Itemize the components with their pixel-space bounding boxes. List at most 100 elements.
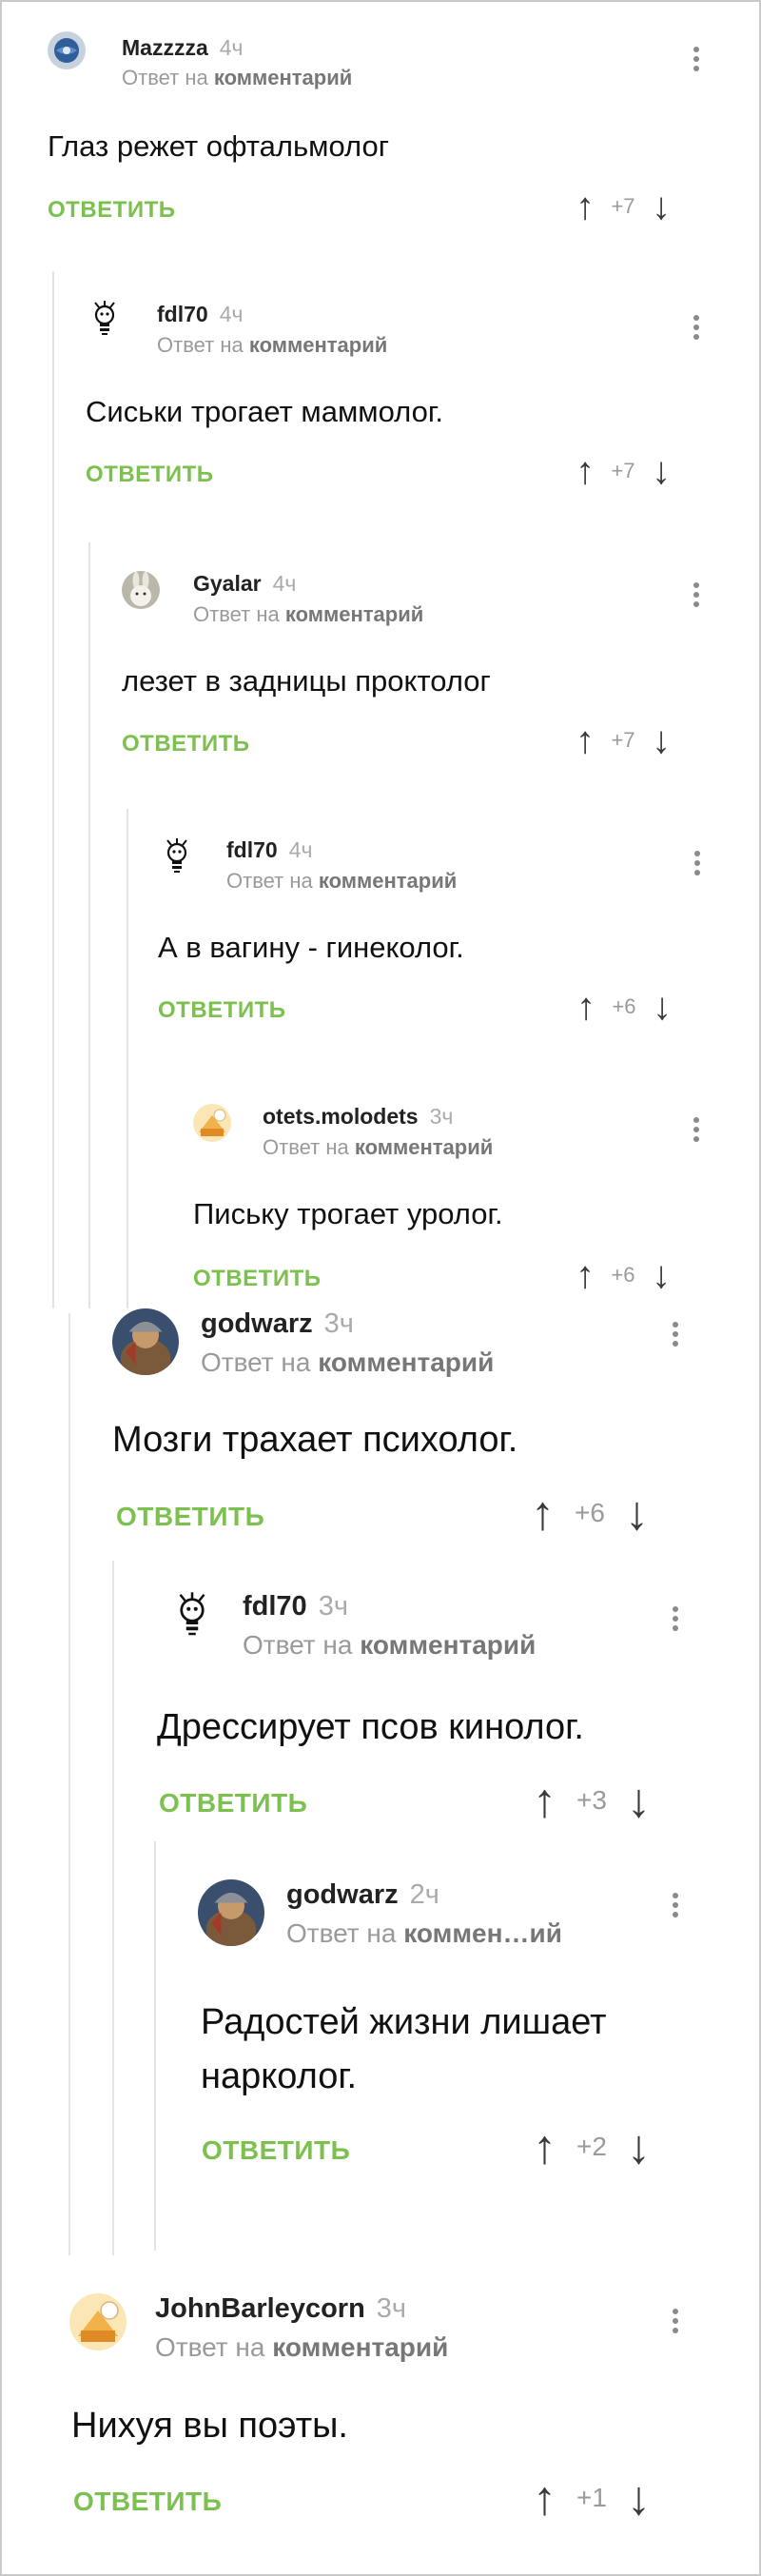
comment-time: 4ч bbox=[219, 302, 244, 326]
user-avatar[interactable] bbox=[168, 1591, 216, 1639]
author-line: fdl70 4ч bbox=[157, 302, 243, 327]
downvote-arrow-icon[interactable]: ↓ bbox=[652, 1256, 671, 1294]
downvote-arrow-icon[interactable]: ↓ bbox=[653, 988, 672, 1026]
user-avatar[interactable] bbox=[198, 1879, 264, 1946]
reply-button[interactable]: ОТВЕТИТЬ bbox=[116, 1502, 264, 1532]
downvote-arrow-icon[interactable]: ↓ bbox=[652, 187, 671, 226]
upvote-arrow-icon[interactable]: ↑ bbox=[576, 187, 595, 226]
downvote-arrow-icon[interactable]: ↓ bbox=[627, 2123, 651, 2171]
more-menu-icon[interactable] bbox=[690, 313, 703, 342]
upvote-arrow-icon[interactable]: ↑ bbox=[533, 2123, 556, 2171]
comment-text: Радостей жизни лишает нарколог. bbox=[201, 1996, 607, 2104]
thread-line bbox=[112, 1561, 114, 2255]
reply-target-link[interactable]: коммен…ий bbox=[403, 1918, 562, 1948]
comment-time: 2ч bbox=[409, 1879, 439, 1910]
more-menu-icon[interactable] bbox=[690, 580, 703, 609]
user-avatar[interactable] bbox=[122, 571, 160, 609]
more-menu-icon[interactable] bbox=[690, 45, 703, 73]
comment-time: 3ч bbox=[318, 1591, 348, 1622]
reply-button[interactable]: ОТВЕТИТЬ bbox=[86, 462, 214, 488]
downvote-arrow-icon[interactable]: ↓ bbox=[627, 1777, 651, 1824]
comment-time: 3ч bbox=[429, 1104, 454, 1129]
reply-target-link[interactable]: комментарий bbox=[214, 66, 352, 89]
more-menu-icon[interactable] bbox=[669, 1604, 682, 1633]
rating-value: +1 bbox=[576, 2483, 607, 2512]
reply-target-link[interactable]: комментарий bbox=[272, 2332, 448, 2362]
upvote-arrow-icon[interactable]: ↑ bbox=[533, 2474, 556, 2522]
comment-text-line: нарколог. bbox=[201, 2056, 358, 2096]
reply-to-line: Ответ на комментарий bbox=[263, 1135, 494, 1159]
comment-text: Глаз режет офтальмолог bbox=[48, 129, 389, 163]
reply-button[interactable]: ОТВЕТИТЬ bbox=[48, 197, 176, 224]
user-avatar[interactable] bbox=[158, 837, 196, 875]
author-name[interactable]: fdl70 bbox=[243, 1591, 307, 1622]
user-avatar[interactable] bbox=[69, 2293, 127, 2350]
reply-button[interactable]: ОТВЕТИТЬ bbox=[193, 1266, 322, 1292]
author-line: Gyalar 4ч bbox=[193, 571, 296, 597]
downvote-arrow-icon[interactable]: ↓ bbox=[652, 452, 671, 490]
upvote-arrow-icon[interactable]: ↑ bbox=[576, 1256, 595, 1294]
vote-control: ↑ +6 ↓ bbox=[576, 1256, 671, 1294]
downvote-arrow-icon[interactable]: ↓ bbox=[627, 2474, 651, 2522]
author-line: godwarz 2ч bbox=[286, 1879, 439, 1911]
upvote-arrow-icon[interactable]: ↑ bbox=[576, 721, 595, 759]
user-avatar[interactable] bbox=[112, 1308, 179, 1375]
downvote-arrow-icon[interactable]: ↓ bbox=[625, 1489, 649, 1537]
thread-line bbox=[127, 809, 128, 1308]
reply-to-line: Ответ на коммен…ий bbox=[286, 1918, 562, 1948]
user-avatar[interactable] bbox=[193, 1104, 231, 1142]
reply-to-line: Ответ на комментарий bbox=[243, 1630, 537, 1660]
thread-line bbox=[154, 1841, 156, 2251]
author-name[interactable]: godwarz bbox=[201, 1308, 313, 1339]
rating-value: +6 bbox=[611, 1263, 635, 1287]
reply-button[interactable]: ОТВЕТИТЬ bbox=[122, 731, 250, 757]
author-name[interactable]: godwarz bbox=[286, 1879, 399, 1910]
more-menu-icon[interactable] bbox=[669, 1891, 682, 1919]
author-line: fdl70 4ч bbox=[226, 837, 312, 863]
rating-value: +7 bbox=[611, 194, 635, 218]
upvote-arrow-icon[interactable]: ↑ bbox=[576, 988, 595, 1026]
author-name[interactable]: fdl70 bbox=[157, 302, 208, 326]
more-menu-icon[interactable] bbox=[669, 1320, 682, 1348]
vote-control: ↑ +2 ↓ bbox=[533, 2123, 651, 2171]
author-name[interactable]: Gyalar bbox=[193, 571, 262, 596]
comment-text: Дрессирует псов кинолог. bbox=[157, 1707, 584, 1747]
vote-control: ↑ +7 ↓ bbox=[576, 452, 671, 490]
reply-to-line: Ответ на комментарий bbox=[193, 602, 424, 626]
author-name[interactable]: otets.molodets bbox=[263, 1104, 419, 1129]
rating-value: +2 bbox=[576, 2132, 607, 2161]
vote-control: ↑ +6 ↓ bbox=[576, 988, 672, 1026]
thread-line bbox=[88, 542, 90, 1308]
author-name[interactable]: JohnBarleycorn bbox=[155, 2293, 365, 2324]
comment-text: лезет в задницы проктолог bbox=[122, 664, 491, 698]
reply-target-link[interactable]: комментарий bbox=[360, 1630, 536, 1660]
reply-target-link[interactable]: комментарий bbox=[318, 1347, 494, 1377]
more-menu-icon[interactable] bbox=[691, 849, 704, 877]
reply-button[interactable]: ОТВЕТИТЬ bbox=[73, 2487, 222, 2517]
more-menu-icon[interactable] bbox=[690, 1115, 703, 1144]
user-avatar[interactable] bbox=[86, 300, 124, 338]
reply-target-link[interactable]: комментарий bbox=[285, 602, 423, 626]
downvote-arrow-icon[interactable]: ↓ bbox=[652, 721, 671, 759]
reply-to-line: Ответ на комментарий bbox=[155, 2332, 449, 2362]
reply-target-link[interactable]: комментарий bbox=[249, 333, 387, 357]
reply-to-line: Ответ на комментарий bbox=[226, 869, 458, 893]
rating-value: +7 bbox=[611, 459, 635, 482]
more-menu-icon[interactable] bbox=[669, 2307, 682, 2335]
reply-button[interactable]: ОТВЕТИТЬ bbox=[158, 997, 286, 1024]
upvote-arrow-icon[interactable]: ↑ bbox=[533, 1777, 556, 1824]
reply-button[interactable]: ОТВЕТИТЬ bbox=[202, 2135, 350, 2166]
reply-to-line: Ответ на комментарий bbox=[122, 66, 353, 89]
upvote-arrow-icon[interactable]: ↑ bbox=[576, 452, 595, 490]
author-name[interactable]: Mazzzza bbox=[122, 35, 208, 60]
rating-value: +6 bbox=[612, 994, 636, 1018]
author-line: otets.molodets 3ч bbox=[263, 1104, 453, 1130]
reply-button[interactable]: ОТВЕТИТЬ bbox=[159, 1788, 307, 1819]
vote-control: ↑ +7 ↓ bbox=[576, 187, 671, 226]
reply-target-link[interactable]: комментарий bbox=[355, 1135, 493, 1159]
user-avatar[interactable] bbox=[48, 31, 86, 69]
vote-control: ↑ +3 ↓ bbox=[533, 1777, 651, 1824]
upvote-arrow-icon[interactable]: ↑ bbox=[531, 1489, 555, 1537]
author-name[interactable]: fdl70 bbox=[226, 837, 278, 862]
reply-target-link[interactable]: комментарий bbox=[319, 869, 457, 893]
